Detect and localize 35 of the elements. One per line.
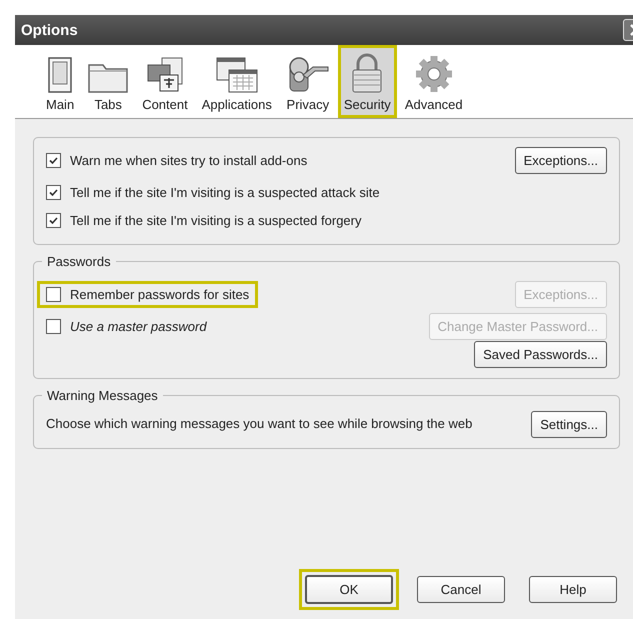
group-title: Warning Messages [42,388,163,403]
checkbox-label: Remember passwords for sites [70,286,250,302]
dialog-button[interactable]: Cancel [417,576,505,603]
saved-passwords-button[interactable]: Saved Passwords... [474,340,607,368]
group-title: Passwords [42,254,116,269]
tab[interactable]: Applications [196,45,278,118]
exceptions-button[interactable]: Exceptions... [514,146,607,174]
window-title: Options [21,22,78,38]
dialog-button[interactable]: Help [529,576,617,603]
switch-icon [47,57,74,93]
checkbox[interactable] [46,152,61,168]
windows-icon [214,57,259,93]
dialog-button[interactable]: OK [305,575,393,604]
checkbox-label: Use a master password [70,318,207,334]
checkbox[interactable] [46,318,61,334]
checkbox[interactable] [46,286,61,302]
padlock-icon [350,53,384,93]
checkbox-label: Tell me if the site I'm visiting is a suspected forgery [70,212,362,228]
tab[interactable]: Tabs [82,45,134,118]
gear-icon [414,55,453,93]
checkbox-label: Warn me when sites try to install add-ons [70,152,308,168]
tab[interactable]: Main [40,45,80,118]
tab[interactable]: Advanced [398,45,469,118]
checkmark-icon [48,186,59,198]
tab[interactable]: Security [338,45,397,118]
tab[interactable]: Privacy [280,45,336,118]
settings-button[interactable]: Settings... [531,410,607,438]
checkmark-icon [48,154,59,166]
checkbox[interactable] [46,184,61,200]
documents-icon [146,57,184,93]
checkbox-label: Tell me if the site I'm visiting is a suspected attack site [70,184,380,200]
tab[interactable]: Content [136,45,194,118]
description-text: Choose which warning messages you want to see while browsing the web [46,416,474,432]
checkmark-icon [48,214,59,226]
checkbox[interactable] [46,212,61,228]
